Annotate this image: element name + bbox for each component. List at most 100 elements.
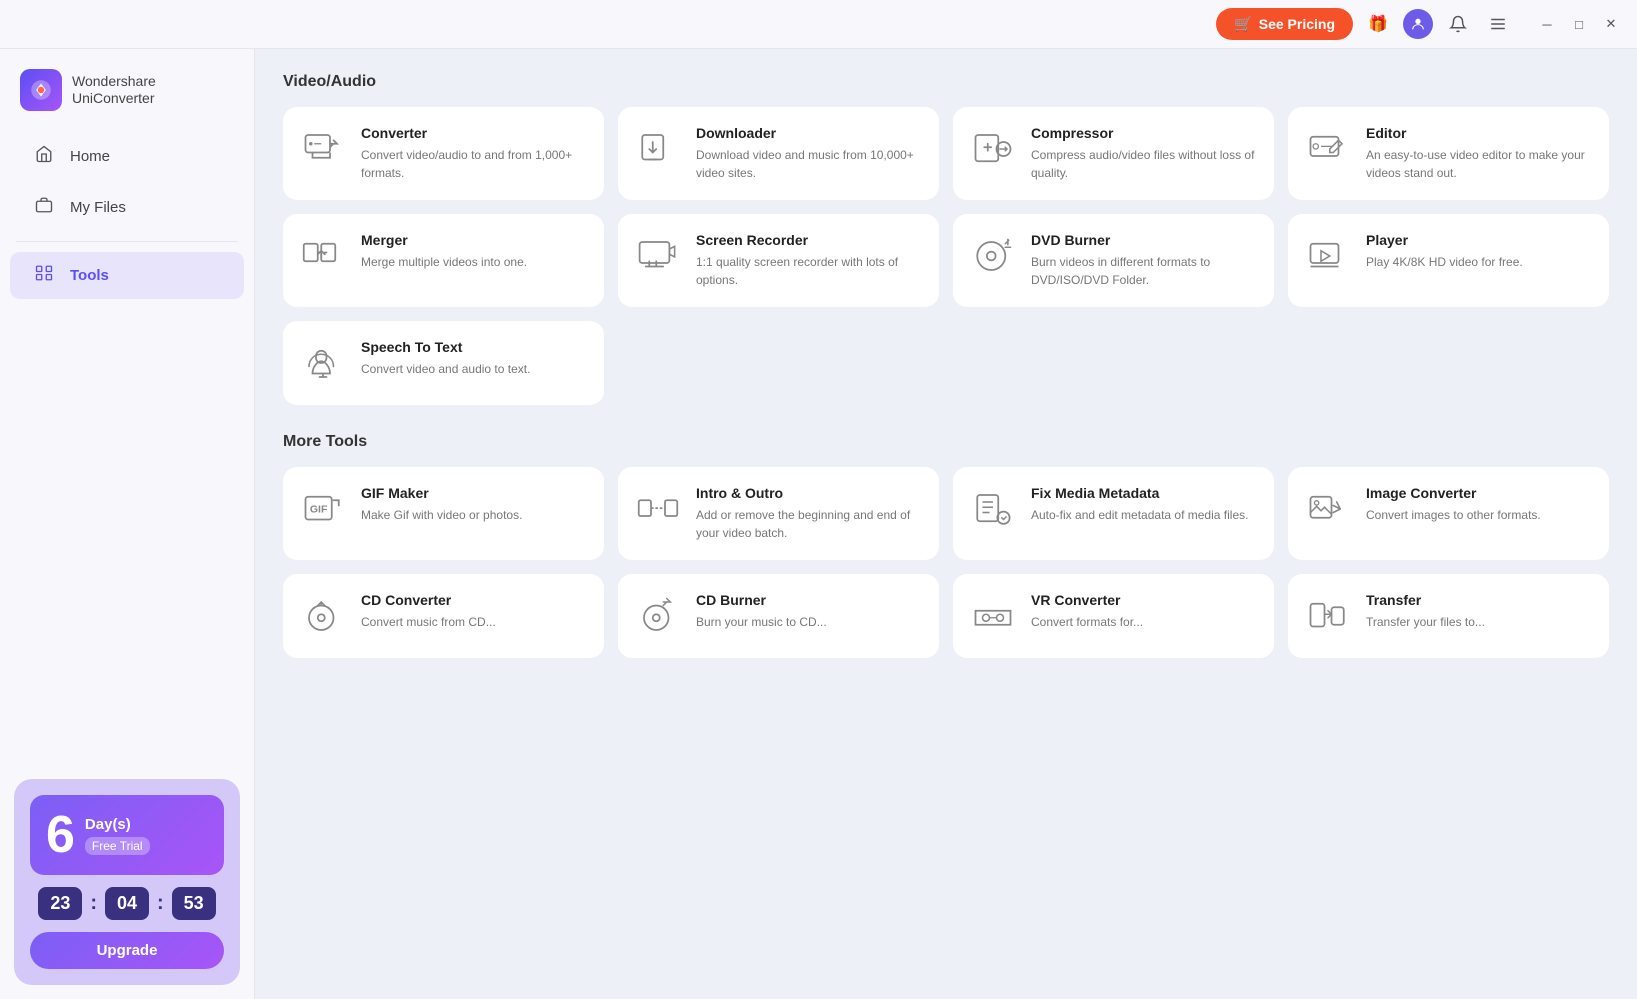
sidebar-item-my-files[interactable]: My Files [10, 184, 244, 231]
merger-desc: Merge multiple videos into one. [361, 253, 588, 271]
converter-icon [299, 125, 347, 173]
main-content: Video/Audio Converter Convert video/audio… [255, 49, 1637, 999]
timer-sep-1: : [90, 892, 97, 915]
intro-outro-icon [634, 485, 682, 533]
screen-recorder-icon [634, 232, 682, 280]
downloader-name: Downloader [696, 125, 923, 141]
video-audio-section-title: Video/Audio [283, 73, 1609, 91]
trial-free-label: Free Trial [85, 837, 150, 855]
dvd-burner-info: DVD BurnerBurn videos in different forma… [1031, 232, 1258, 289]
tool-card-image-converter[interactable]: Image ConverterConvert images to other f… [1288, 467, 1609, 560]
screen-recorder-info: Screen Recorder 1:1 quality screen record… [696, 232, 923, 289]
tools-icon [32, 264, 56, 287]
timer-hours: 23 [38, 887, 82, 920]
my-files-icon [32, 196, 56, 219]
tool-card-gif-maker[interactable]: GIFGIF MakerMake Gif with video or photo… [283, 467, 604, 560]
vr-converter-desc: Convert formats for... [1031, 613, 1258, 631]
user-icon[interactable] [1403, 9, 1433, 39]
minimize-button[interactable]: ─ [1533, 10, 1561, 38]
speech-to-text-name: Speech To Text [361, 339, 588, 355]
tool-card-downloader[interactable]: DownloaderDownload video and music from … [618, 107, 939, 200]
close-button[interactable]: ✕ [1597, 10, 1625, 38]
compressor-icon [969, 125, 1017, 173]
dvd-burner-icon [969, 232, 1017, 280]
dvd-burner-desc: Burn videos in different formats to DVD/… [1031, 253, 1258, 289]
tool-card-dvd-burner[interactable]: DVD BurnerBurn videos in different forma… [953, 214, 1274, 307]
tool-card-vr-converter[interactable]: VR Converter Convert formats for... [953, 574, 1274, 658]
converter-desc: Convert video/audio to and from 1,000+ f… [361, 146, 588, 182]
titlebar: 🛒 See Pricing 🎁 ─ □ ✕ [0, 0, 1637, 49]
tool-card-player[interactable]: PlayerPlay 4K/8K HD video for free. [1288, 214, 1609, 307]
cd-converter-name: CD Converter [361, 592, 588, 608]
tool-card-speech-to-text[interactable]: Speech To Text Convert video and audio to… [283, 321, 604, 405]
screen-recorder-name: Screen Recorder [696, 232, 923, 248]
intro-outro-info: Intro & Outro Add or remove the beginning… [696, 485, 923, 542]
transfer-name: Transfer [1366, 592, 1593, 608]
sidebar-item-home[interactable]: Home [10, 133, 244, 180]
notification-icon[interactable] [1443, 9, 1473, 39]
tool-card-cd-converter[interactable]: CD Converter Convert music from CD... [283, 574, 604, 658]
window-controls: ─ □ ✕ [1533, 10, 1625, 38]
tool-card-screen-recorder[interactable]: Screen Recorder 1:1 quality screen record… [618, 214, 939, 307]
image-converter-icon [1304, 485, 1352, 533]
see-pricing-label: See Pricing [1259, 16, 1335, 32]
intro-outro-name: Intro & Outro [696, 485, 923, 501]
downloader-icon [634, 125, 682, 173]
cart-icon: 🛒 [1234, 15, 1253, 33]
fix-media-metadata-name: Fix Media Metadata [1031, 485, 1258, 501]
intro-outro-desc: Add or remove the beginning and end of y… [696, 506, 923, 542]
maximize-button[interactable]: □ [1565, 10, 1593, 38]
logo-icon [20, 69, 62, 111]
transfer-info: TransferTransfer your files to... [1366, 592, 1593, 631]
cd-burner-name: CD Burner [696, 592, 923, 608]
downloader-info: DownloaderDownload video and music from … [696, 125, 923, 182]
editor-icon [1304, 125, 1352, 173]
cd-converter-info: CD Converter Convert music from CD... [361, 592, 588, 631]
trial-days-card: 6 Day(s) Free Trial [30, 795, 224, 875]
gift-icon[interactable]: 🎁 [1363, 9, 1393, 39]
gif-maker-name: GIF Maker [361, 485, 588, 501]
tool-card-converter[interactable]: Converter Convert video/audio to and from… [283, 107, 604, 200]
screen-recorder-desc: 1:1 quality screen recorder with lots of… [696, 253, 923, 289]
cd-converter-desc: Convert music from CD... [361, 613, 588, 631]
logo-text: Wondershare UniConverter [72, 73, 156, 107]
tool-card-merger[interactable]: Merger Merge multiple videos into one. [283, 214, 604, 307]
merger-icon [299, 232, 347, 280]
tool-card-intro-outro[interactable]: Intro & Outro Add or remove the beginning… [618, 467, 939, 560]
tool-card-fix-media-metadata[interactable]: Fix Media Metadata Auto-fix and edit meta… [953, 467, 1274, 560]
cd-burner-desc: Burn your music to CD... [696, 613, 923, 631]
tool-card-transfer[interactable]: TransferTransfer your files to... [1288, 574, 1609, 658]
see-pricing-button[interactable]: 🛒 See Pricing [1216, 8, 1353, 40]
gif-maker-desc: Make Gif with video or photos. [361, 506, 588, 524]
sidebar-item-home-label: Home [70, 148, 110, 165]
tool-card-compressor[interactable]: CompressorCompress audio/video files wit… [953, 107, 1274, 200]
merger-info: Merger Merge multiple videos into one. [361, 232, 588, 271]
menu-icon[interactable] [1483, 9, 1513, 39]
timer-sep-2: : [157, 892, 164, 915]
trial-days-number: 6 [46, 809, 75, 861]
cd-burner-icon [634, 592, 682, 640]
sidebar-item-tools-label: Tools [70, 267, 109, 284]
cd-burner-info: CD Burner Burn your music to CD... [696, 592, 923, 631]
fix-media-metadata-info: Fix Media Metadata Auto-fix and edit meta… [1031, 485, 1258, 524]
player-icon [1304, 232, 1352, 280]
compressor-info: CompressorCompress audio/video files wit… [1031, 125, 1258, 182]
image-converter-name: Image Converter [1366, 485, 1593, 501]
editor-name: Editor [1366, 125, 1593, 141]
fix-media-metadata-desc: Auto-fix and edit metadata of media file… [1031, 506, 1258, 524]
vr-converter-name: VR Converter [1031, 592, 1258, 608]
transfer-icon [1304, 592, 1352, 640]
converter-name: Converter [361, 125, 588, 141]
timer-minutes: 04 [105, 887, 149, 920]
editor-info: EditorAn easy-to-use video editor to mak… [1366, 125, 1593, 182]
sidebar-item-my-files-label: My Files [70, 199, 126, 216]
more-tools-grid: GIFGIF MakerMake Gif with video or photo… [283, 467, 1609, 658]
speech-to-text-desc: Convert video and audio to text. [361, 360, 588, 378]
nav-divider [16, 241, 238, 242]
upgrade-button[interactable]: Upgrade [30, 932, 224, 969]
home-icon [32, 145, 56, 168]
tool-card-cd-burner[interactable]: CD Burner Burn your music to CD... [618, 574, 939, 658]
merger-name: Merger [361, 232, 588, 248]
sidebar-item-tools[interactable]: Tools [10, 252, 244, 299]
tool-card-editor[interactable]: EditorAn easy-to-use video editor to mak… [1288, 107, 1609, 200]
